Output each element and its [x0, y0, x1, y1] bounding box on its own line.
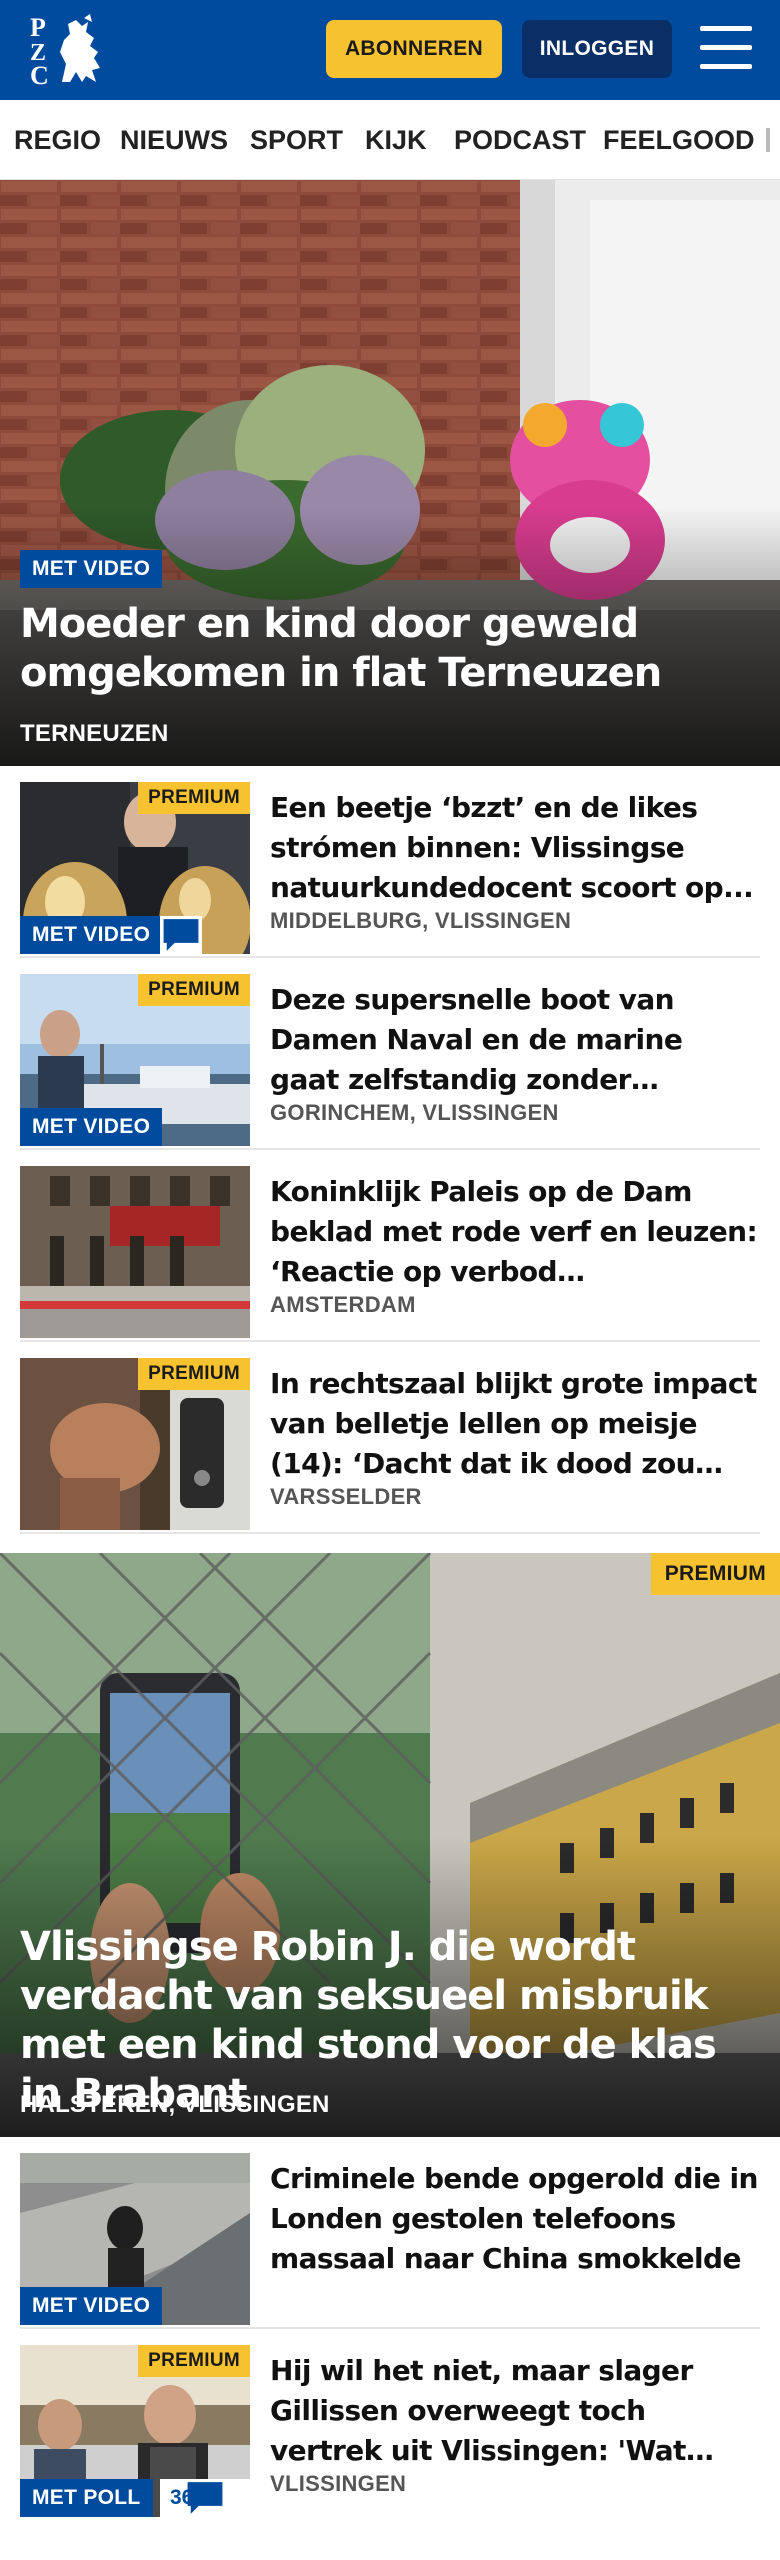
article-thumbnail	[20, 1166, 250, 1338]
article-title[interactable]: Een beetje ‘bzzt’ en de likes strómen bi…	[270, 788, 760, 908]
article-location: GORINCHEM, VLISSINGEN	[270, 1100, 559, 1125]
list-item[interactable]: PREMIUM MET VIDEO Deze supersnelle boot …	[20, 958, 760, 1150]
video-badge: MET VIDEO	[20, 1108, 163, 1146]
section-nav: REGIO NIEUWS SPORT KIJK PODCAST FEELGOOD	[0, 100, 780, 180]
video-badge: MET VIDEO	[20, 916, 163, 954]
nav-item-podcast[interactable]: PODCAST	[454, 100, 586, 179]
article-title[interactable]: Hij wil het niet, maar slager Gillissen …	[270, 2351, 760, 2471]
nav-item-sport[interactable]: SPORT	[250, 100, 343, 179]
svg-text:C: C	[30, 61, 49, 88]
article-thumbnail: PREMIUM MET VIDEO	[20, 782, 250, 954]
article-location: MIDDELBURG, VLISSINGEN	[270, 908, 572, 933]
article-location: VARSSELDER	[270, 1484, 422, 1509]
article-location: AMSTERDAM	[270, 1292, 416, 1317]
article-thumbnail: PREMIUM	[20, 1358, 250, 1530]
premium-badge: PREMIUM	[138, 782, 250, 814]
hero-article[interactable]: MET VIDEO Moeder en kind door geweld omg…	[0, 180, 780, 766]
feature-title[interactable]: Vlissingse Robin J. die wordt verdacht v…	[20, 1923, 765, 2119]
list-item[interactable]: MET VIDEO Criminele bende opgerold die i…	[20, 2137, 760, 2329]
comment-icon	[163, 919, 199, 951]
subscribe-button[interactable]: ABONNEREN	[326, 20, 502, 78]
list-item[interactable]: PREMIUM MET VIDEO Een beetje ‘bzzt’ en d…	[20, 766, 760, 958]
premium-badge: PREMIUM	[138, 974, 250, 1006]
svg-text:P: P	[30, 13, 46, 42]
article-title[interactable]: Koninklijk Paleis op de Dam beklad met r…	[270, 1172, 760, 1292]
article-thumbnail: PREMIUM MET VIDEO	[20, 974, 250, 1146]
premium-badge: PREMIUM	[138, 2345, 250, 2377]
article-thumbnail: MET VIDEO	[20, 2153, 250, 2325]
nav-item-regio[interactable]: REGIO	[14, 100, 101, 179]
hero-location: TERNEUZEN	[20, 720, 169, 747]
feature-location: HALSTEREN, VLISSINGEN	[20, 2091, 330, 2118]
nav-item-feelgood[interactable]: FEELGOOD	[603, 100, 755, 179]
hero-title[interactable]: Moeder en kind door geweld omgekomen in …	[20, 600, 760, 698]
nav-item-kijk[interactable]: KIJK	[365, 100, 427, 179]
article-thumbnail: PREMIUM MET POLL 36	[20, 2345, 250, 2517]
comment-box[interactable]	[160, 916, 202, 954]
article-title[interactable]: Deze supersnelle boot van Damen Naval en…	[270, 980, 760, 1100]
list-item[interactable]: PREMIUM In rechtszaal blijkt grote impac…	[20, 1342, 760, 1534]
article-title[interactable]: In rechtszaal blijkt grote impact van be…	[270, 1364, 760, 1484]
pzc-logo[interactable]: P Z C	[26, 12, 116, 90]
premium-badge: PREMIUM	[138, 1358, 250, 1390]
hamburger-menu-icon[interactable]	[700, 26, 752, 70]
comment-count-box[interactable]: 36	[160, 2479, 250, 2517]
comment-icon	[187, 2482, 223, 2514]
article-title[interactable]: Criminele bende opgerold die in Londen g…	[270, 2159, 760, 2279]
nav-item-nieuws[interactable]: NIEUWS	[120, 100, 228, 179]
site-header: P Z C ABONNEREN INLOGGEN	[0, 0, 780, 100]
login-button[interactable]: INLOGGEN	[522, 20, 672, 78]
feature-article[interactable]: PREMIUM Vlissingse Robin J. die wordt ve…	[0, 1553, 780, 2137]
nav-overflow-indicator	[766, 128, 770, 152]
list-item[interactable]: Koninklijk Paleis op de Dam beklad met r…	[20, 1150, 760, 1342]
poll-badge: MET POLL	[20, 2479, 153, 2517]
article-location: VLISSINGEN	[270, 2471, 407, 2496]
premium-badge: PREMIUM	[650, 1553, 780, 1595]
hero-video-badge: MET VIDEO	[20, 550, 163, 588]
video-badge: MET VIDEO	[20, 2287, 163, 2325]
list-item[interactable]: PREMIUM MET POLL 36 Hij wil het niet, ma…	[20, 2329, 760, 2521]
